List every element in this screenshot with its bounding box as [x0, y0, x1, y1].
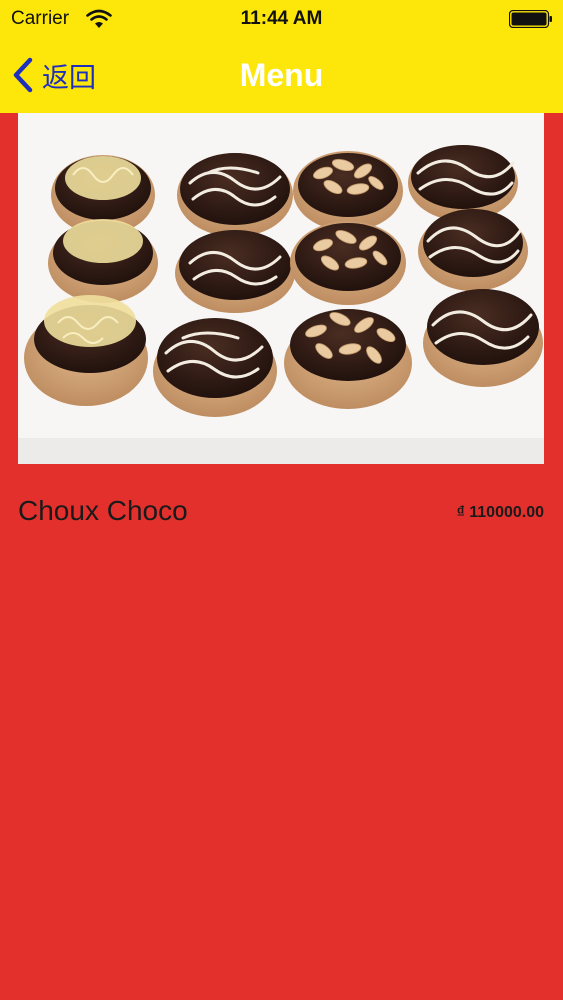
product-name: Choux Choco: [18, 495, 188, 526]
product-image: [18, 113, 544, 464]
battery-icon: [509, 10, 552, 28]
page-title: Menu: [239, 57, 324, 93]
navigation-bar: 返回 Menu: [0, 38, 563, 113]
status-bar: Carrier 11:44 AM: [0, 0, 563, 38]
status-time: 11:44 AM: [240, 8, 323, 29]
header: Carrier 11:44 AM 返回 Menu: [0, 0, 563, 113]
product-price: ₫ 110000.00: [456, 504, 544, 521]
